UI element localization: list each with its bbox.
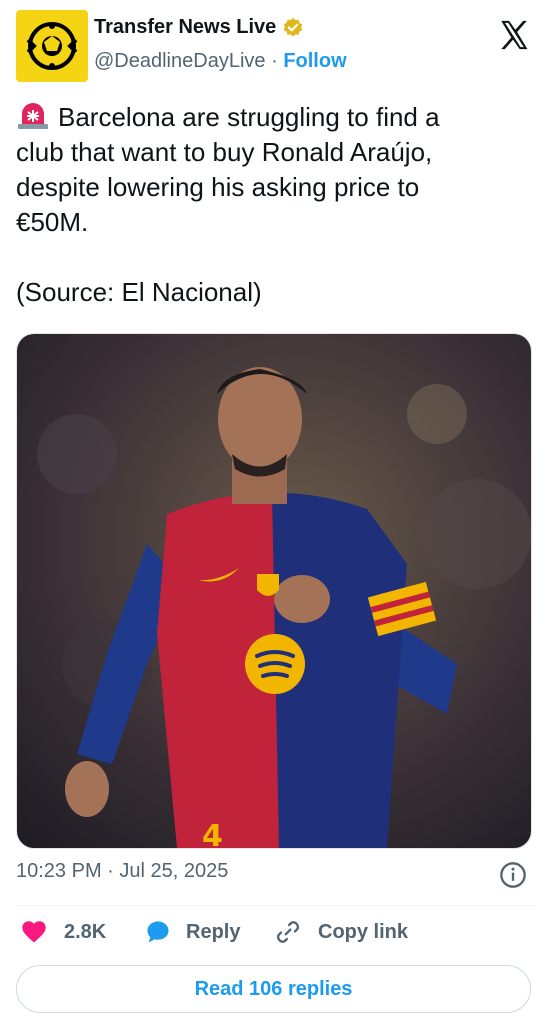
separator-dot: ·: [271, 50, 278, 72]
like-count: 2.8K: [64, 920, 107, 943]
tweet-photo[interactable]: 4: [16, 333, 532, 849]
verified-badge-icon: [284, 17, 303, 37]
speech-bubble-icon: [147, 921, 169, 943]
tweet-actions: 2.8K Reply Copy link: [16, 918, 535, 954]
tweet-header: Transfer News Live @DeadlineDayLive · Fo…: [16, 10, 535, 82]
tweet-text-block: Barcelona are struggling to find a club …: [16, 100, 536, 310]
reply-button[interactable]: Reply: [144, 918, 240, 946]
heart-icon: [22, 921, 46, 943]
author-handle-row: @DeadlineDayLive · Follow: [94, 50, 347, 73]
follow-button[interactable]: Follow: [283, 50, 346, 72]
tweet-text: Barcelona are struggling to find a club …: [16, 102, 440, 307]
siren-emoji-icon: [18, 103, 48, 129]
copy-link-label: Copy link: [318, 920, 409, 943]
author-display-name[interactable]: Transfer News Live: [94, 16, 276, 39]
x-logo[interactable]: [497, 18, 531, 52]
link-icon: [277, 921, 299, 943]
jersey-number: 4: [202, 819, 223, 848]
like-button[interactable]: 2.8K: [20, 918, 106, 946]
info-icon[interactable]: [499, 861, 527, 889]
player-photo-image: 4: [17, 334, 531, 848]
author-handle[interactable]: @DeadlineDayLive: [94, 50, 266, 72]
read-replies-button[interactable]: Read 106 replies: [16, 965, 531, 1013]
reply-label: Reply: [186, 920, 241, 943]
divider: [16, 905, 535, 906]
tweet-timestamp[interactable]: 10:23 PM · Jul 25, 2025: [16, 860, 228, 883]
copy-link-button[interactable]: Copy link: [274, 918, 408, 946]
soccer-ball-logo-icon: [26, 22, 78, 70]
avatar[interactable]: [16, 10, 88, 82]
